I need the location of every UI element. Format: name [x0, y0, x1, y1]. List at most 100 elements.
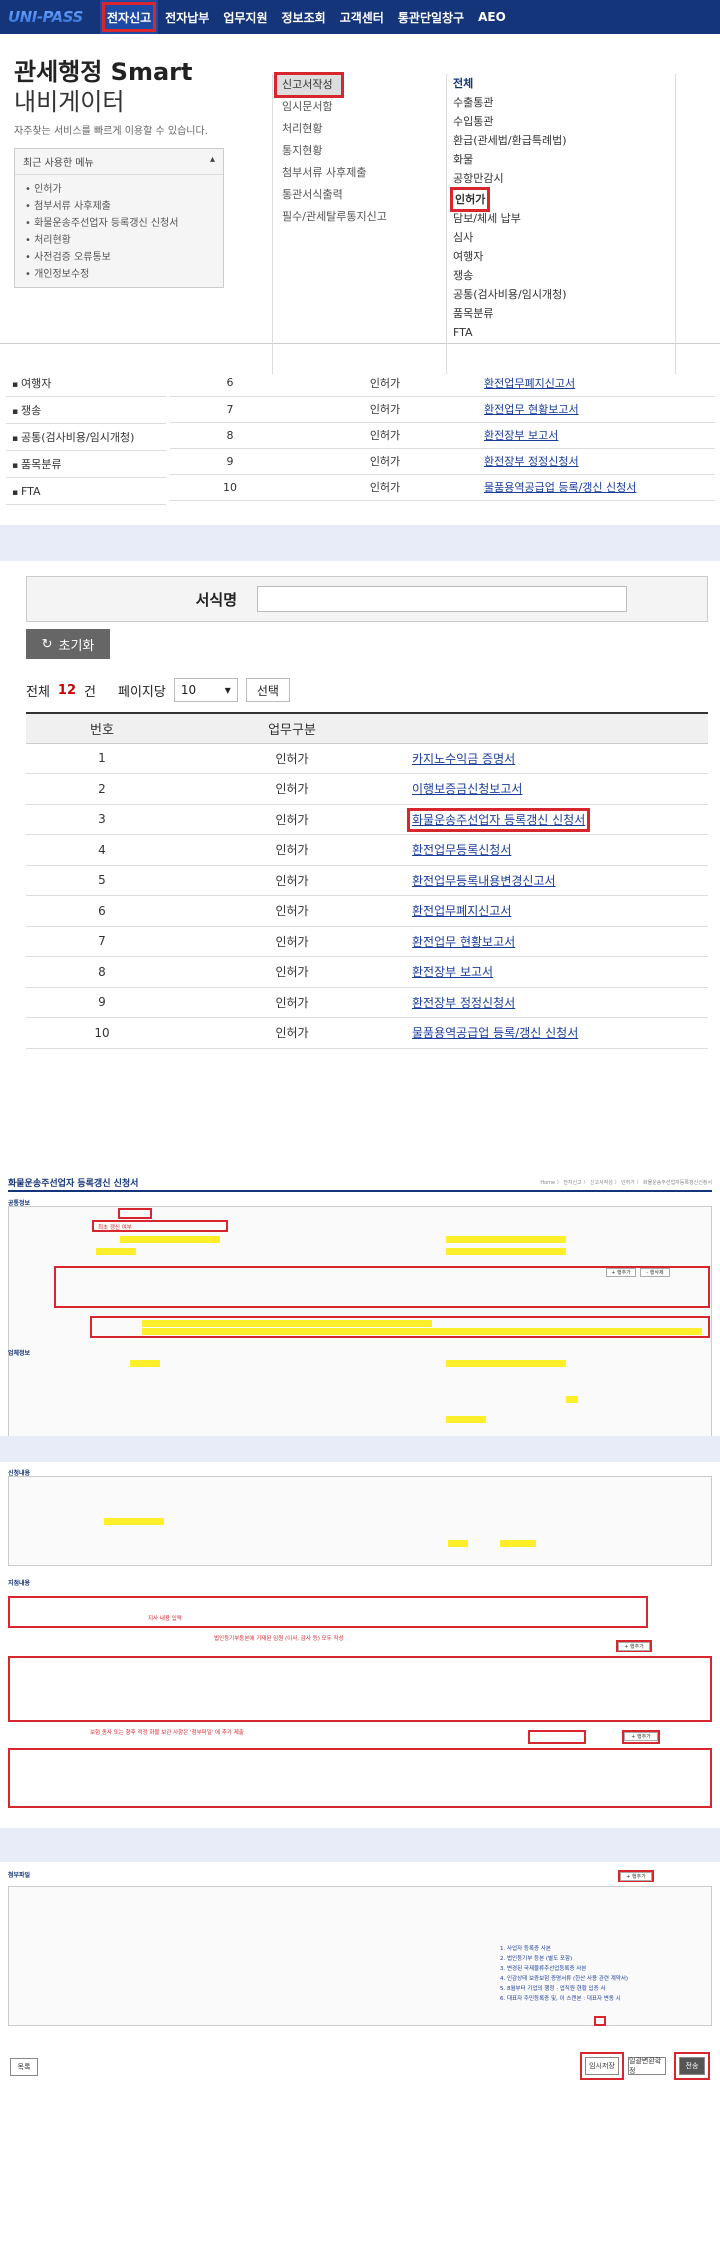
submenu-item[interactable]: 인허가 [449, 187, 491, 212]
recent-menu-item[interactable]: 처리현황 [25, 232, 213, 249]
submenu-item[interactable]: 공통(검사비용/임시개청) [453, 285, 675, 304]
sidebar: 여행자쟁송공통(검사비용/임시개청)품목분류FTA [6, 370, 166, 505]
menu-column-primary: 신고서작성 임시문서함 처리현황 통지현황 첨부서류 사후제출 통관서식출력 필수/관세탈루… [274, 72, 436, 228]
row-type: 인허가 [290, 422, 480, 449]
row-form-name[interactable]: 물품용역공급업 등록/갱신 신청서 [406, 1017, 708, 1049]
intl-logistics-value [446, 1360, 566, 1367]
navigator-subtitle: 내비게이터 [14, 88, 125, 116]
excel-upload-highlight[interactable] [528, 1730, 586, 1744]
row-form-name[interactable]: 환전업무폐지신고서 [480, 370, 715, 397]
row-form-name[interactable]: 물품용역공급업 등록/갱신 신청서 [480, 474, 715, 501]
recent-menu-panel: 최근 사용한 메뉴 ▴ 인허가첨부서류 사후제출화물운송주선업자 등록갱신 신청서… [14, 148, 224, 288]
submenu-item[interactable]: 화물 [453, 150, 675, 169]
first-renewal-note: 최초 갱신 여부 [98, 1225, 132, 1231]
unipass-logo[interactable]: UNI-PASS [0, 0, 100, 34]
nav-single-window[interactable]: 통관단일창구 [391, 0, 471, 34]
row-type: 인허가 [178, 865, 406, 896]
row-form-name[interactable]: 환전업무 현황보고서 [480, 396, 715, 423]
select-button[interactable]: 선택 [245, 678, 290, 702]
row-form-name[interactable]: 환전장부 보고서 [480, 422, 715, 449]
submenu-item[interactable]: FTA [453, 323, 675, 342]
row-form-name[interactable]: 카지노수익금 증명서 [406, 743, 708, 774]
insurance-grid-highlight [8, 1748, 712, 1808]
sidebar-item[interactable]: 공통(검사비용/임시개청) [6, 424, 166, 451]
delete-row-button[interactable]: - 행삭제 [640, 1268, 670, 1277]
recent-menu-item[interactable]: 인허가 [25, 181, 213, 198]
menu-item[interactable]: 통관서식출력 [276, 184, 436, 206]
table-row: 9 인허가 환전장부 정정신청서 [26, 987, 708, 1018]
sidebar-item[interactable]: 여행자 [6, 370, 166, 397]
menu-item[interactable]: 처리현황 [276, 118, 436, 140]
row-form-name[interactable]: 환전장부 정정신청서 [406, 987, 708, 1018]
sidebar-item[interactable]: 쟁송 [6, 397, 166, 424]
table-row: 8 인허가 환전장부 보고서 [26, 956, 708, 988]
submenu-item[interactable]: 환급(관세법/환급특례법) [453, 131, 675, 150]
perpage-label: 페이지당 [117, 684, 166, 700]
row-form-name[interactable]: 환전업무등록내용변경신고서 [406, 865, 708, 896]
bulk-confirm-button[interactable]: 일괄변환확정 [628, 2057, 666, 2075]
table-row: 3 인허가 화물운송주선업자 등록갱신 신청서 [26, 804, 708, 835]
row-type: 인허가 [290, 474, 480, 501]
nav-e-payment[interactable]: 전자납부 [158, 0, 216, 34]
row-number: 10 [26, 1017, 178, 1049]
row-number: 9 [26, 987, 178, 1018]
submenu-item[interactable]: 쟁송 [453, 266, 675, 285]
row-number: 5 [26, 865, 178, 896]
attach-note: 2. 법인등기부 등본 (별도 포함) [500, 1956, 573, 1962]
attach-note: 3. 변경된 국제물류주선업등록증 사본 [500, 1966, 587, 1972]
row-form-name[interactable]: 환전업무등록신청서 [406, 834, 708, 866]
sidebar-item[interactable]: FTA [6, 478, 166, 505]
row-form-name[interactable]: 환전업무 현황보고서 [406, 926, 708, 957]
submenu-item[interactable]: 담보/체세 납부 [453, 209, 675, 228]
attach-notes: 1. 사업자 등록증 사본 2. 법인등기부 등본 (별도 포함) 3. 변경된 국… [500, 1944, 706, 2004]
insurance-add-row-button[interactable]: + 행추가 [624, 1732, 658, 1741]
submenu-item[interactable]: 품목분류 [453, 304, 675, 323]
submenu-item[interactable]: 수출통관 [453, 93, 675, 112]
menu-item[interactable]: 신고서작성 [274, 72, 344, 98]
submenu-item[interactable]: 전체 [453, 74, 675, 93]
sidebar-item[interactable]: 품목분류 [6, 451, 166, 478]
nav-work-support[interactable]: 업무지원 [216, 0, 274, 34]
submenu-item[interactable]: 수입통관 [453, 112, 675, 131]
submenu-item[interactable]: 공항만감시 [453, 169, 675, 188]
division-radio-highlight[interactable] [118, 1208, 152, 1219]
chevron-up-icon[interactable]: ▴ [210, 154, 215, 169]
nav-aeo[interactable]: AEO [471, 0, 513, 34]
row-form-name[interactable]: 환전업무폐지신고서 [406, 895, 708, 927]
temp-save-button[interactable]: 임시저장 [585, 2057, 619, 2075]
branch-grid-highlight [8, 1596, 648, 1628]
nav-info-lookup[interactable]: 정보조회 [275, 0, 333, 34]
form-name-input[interactable] [257, 586, 627, 612]
chevron-down-icon: ▾ [224, 683, 231, 697]
nav-e-declaration[interactable]: 전자신고 [100, 0, 159, 34]
page: UNI-PASS 전자신고 전자납부 업무지원 정보조회 고객센터 통관단일창구… [0, 0, 720, 2245]
menu-item[interactable]: 첨부서류 사후제출 [276, 162, 436, 184]
row-form-name[interactable]: 화물운송주선업자 등록갱신 신청서 [406, 804, 708, 835]
table-row: 4 인허가 환전업무등록신청서 [26, 834, 708, 866]
row-form-name[interactable]: 이행보증금신청보고서 [406, 773, 708, 805]
submenu-item[interactable]: 여행자 [453, 247, 675, 266]
add-row-button[interactable]: + 행추가 [606, 1268, 636, 1277]
officer-add-row-button[interactable]: + 행추가 [618, 1642, 650, 1651]
recent-menu-item[interactable]: 개인정보수정 [25, 266, 213, 283]
row-type: 인허가 [178, 804, 406, 835]
nav-customer-center[interactable]: 고객센터 [333, 0, 391, 34]
agree-checkbox-highlight[interactable] [594, 2016, 606, 2026]
attach-add-row-button[interactable]: + 행추가 [620, 1872, 652, 1881]
submenu-item[interactable]: 심사 [453, 228, 675, 247]
apply-value-1 [104, 1518, 164, 1525]
list-button[interactable]: 목록 [10, 2058, 38, 2076]
send-button[interactable]: 전송 [679, 2057, 705, 2075]
row-type: 인허가 [290, 448, 480, 475]
perpage-select[interactable]: 10 ▾ [173, 678, 238, 702]
row-form-name[interactable]: 환전장부 정정신청서 [480, 448, 715, 475]
recent-menu-item[interactable]: 첨부서류 사후제출 [25, 198, 213, 215]
recent-menu-item[interactable]: 사전검증 오류통보 [25, 249, 213, 266]
menu-item[interactable]: 통지현황 [276, 140, 436, 162]
menu-item[interactable]: 필수/관세탈루통지신고 [276, 206, 436, 228]
menu-item[interactable]: 임시문서함 [276, 96, 436, 118]
form-header: 화물운송주선업자 등록갱신 신청서 Home 〉 전자신고 〉 신고서작성 〉 … [8, 1174, 712, 1192]
row-form-name[interactable]: 환전장부 보고서 [406, 956, 708, 988]
reset-button[interactable]: ↻ 초기화 [26, 629, 110, 659]
recent-menu-item[interactable]: 화물운송주선업자 등록갱신 신청서 [25, 215, 213, 232]
